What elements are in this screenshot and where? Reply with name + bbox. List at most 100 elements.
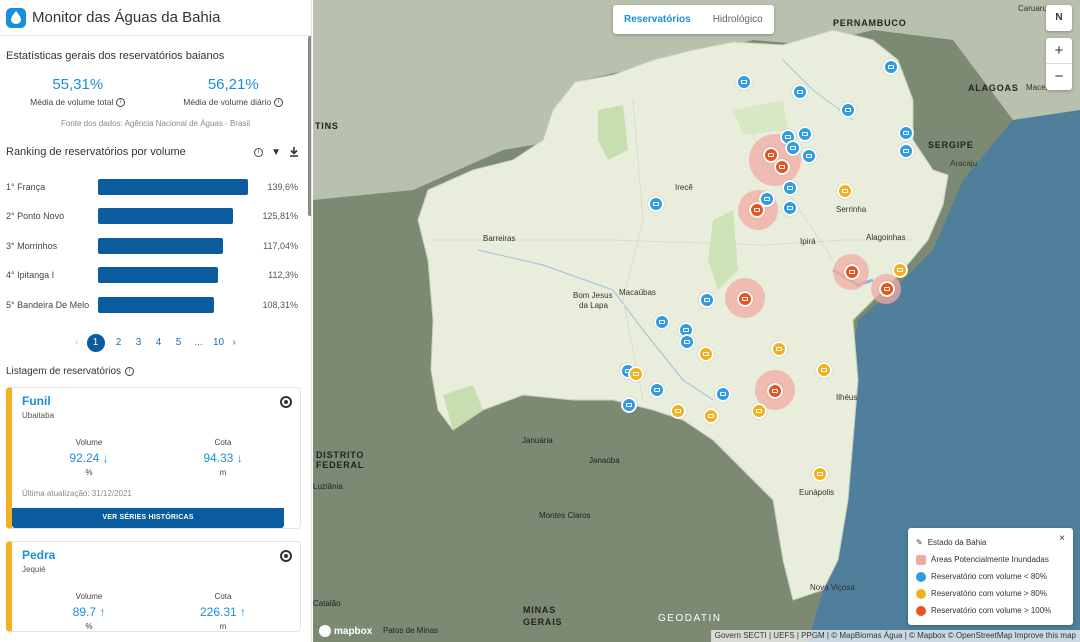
label-aracaju: Aracaju	[950, 159, 978, 168]
prev-page-icon[interactable]: ‹	[75, 337, 78, 348]
reservoir-marker-gt80[interactable]	[771, 341, 787, 357]
reservoir-marker-lt80[interactable]	[699, 292, 715, 308]
ranking-row: 4° Ipitanga I 112,3%	[0, 261, 311, 291]
dam-icon	[741, 80, 747, 84]
label-bom-jesus: Bom Jesus	[573, 291, 613, 300]
page-2[interactable]: 2	[113, 337, 125, 348]
reservoir-marker-lt80[interactable]	[898, 143, 914, 159]
page-5[interactable]: 5	[173, 337, 185, 348]
page-4[interactable]: 4	[153, 337, 165, 348]
reservoir-marker-lt80[interactable]	[797, 126, 813, 142]
info-icon[interactable]: i	[274, 97, 284, 107]
label-patos-de-minas: Patos de Minas	[383, 626, 439, 635]
reservoir-card[interactable]: Funil Ubaitaba Volume 92.24 ↓ % Cota 94.…	[6, 386, 301, 529]
reservoir-marker-lt80[interactable]	[654, 314, 670, 330]
reservoir-marker-lt80[interactable]	[648, 196, 664, 212]
reservoir-marker-gt100[interactable]	[774, 159, 790, 175]
close-icon[interactable]: ×	[1059, 533, 1065, 544]
reservoir-marker-lt80[interactable]	[621, 397, 637, 413]
dam-icon	[756, 409, 762, 413]
reservoir-marker-gt80[interactable]	[703, 408, 719, 424]
filter-icon[interactable]: ▼	[271, 147, 281, 158]
reservoir-marker-gt100[interactable]	[879, 281, 895, 297]
reservoir-marker-lt80[interactable]	[883, 59, 899, 75]
reservoir-marker-lt80[interactable]	[782, 200, 798, 216]
ranking-pagination: ‹ 1 2 3 4 5 ... 10 ›	[0, 333, 311, 352]
info-icon[interactable]: i	[254, 147, 264, 157]
dam-icon	[845, 108, 851, 112]
reservoir-marker-lt80[interactable]	[736, 74, 752, 90]
reservoir-marker-lt80[interactable]	[782, 180, 798, 196]
locate-icon[interactable]	[280, 549, 292, 562]
reservoir-marker-gt80[interactable]	[816, 362, 832, 378]
reservoir-marker-gt100[interactable]	[737, 291, 753, 307]
label-montes-claros: Montes Claros	[539, 511, 591, 520]
reservoir-marker-lt80[interactable]	[801, 148, 817, 164]
stat-total-value: 55,31%	[52, 76, 104, 93]
mapbox-logo[interactable]: mapbox	[319, 625, 372, 637]
reservoir-marker-lt80[interactable]	[649, 382, 665, 398]
tab-hidrologico[interactable]: Hidrológico	[702, 14, 774, 25]
ranking-label: 3° Morrinhos	[6, 240, 58, 251]
page-3[interactable]: 3	[133, 337, 145, 348]
label-irece: Irecê	[675, 183, 693, 192]
reservoir-marker-lt80[interactable]	[785, 140, 801, 156]
download-icon[interactable]	[289, 147, 299, 157]
volume-unit: %	[85, 621, 93, 631]
mapbox-icon	[319, 625, 331, 637]
zoom-in-button[interactable]: +	[1046, 38, 1072, 64]
ranking-row: 5° Bandeira De Melo 108,31%	[0, 290, 311, 320]
stats-row: 55,31% Média de volume total i 56,21% Méd…	[0, 76, 311, 107]
reservoir-marker-gt100[interactable]	[749, 202, 765, 218]
dam-icon	[884, 287, 890, 291]
next-page-icon[interactable]: ›	[233, 337, 236, 348]
sidebar-scrollbar[interactable]	[308, 36, 311, 216]
ranking-bar[interactable]	[98, 178, 248, 195]
ranking-bar[interactable]	[98, 296, 215, 313]
app-header: Monitor das Águas da Bahia	[0, 0, 311, 36]
reservoir-marker-gt80[interactable]	[628, 366, 644, 382]
reservoir-marker-lt80[interactable]	[792, 84, 808, 100]
label-ipira: Ipirá	[800, 237, 816, 246]
reservoir-marker-gt100[interactable]	[844, 264, 860, 280]
label-barreiras: Barreiras	[483, 234, 516, 243]
label-luziania: Luziânia	[313, 482, 343, 491]
compass-icon[interactable]: N	[1046, 5, 1072, 31]
map-legend: × ✎ Estado da Bahia Áreas Potencialmente …	[908, 528, 1073, 625]
reservoir-marker-gt80[interactable]	[751, 403, 767, 419]
reservoir-marker-gt80[interactable]	[837, 183, 853, 199]
map-view[interactable]: PERNAMBUCO ALAGOAS SERGIPE TINS DISTRITO…	[313, 0, 1080, 642]
locate-icon[interactable]	[280, 395, 292, 408]
dam-icon	[653, 202, 659, 206]
dam-icon	[785, 135, 791, 139]
ranking-bar[interactable]	[98, 208, 233, 225]
reservoir-marker-lt80[interactable]	[715, 386, 731, 402]
zoom-out-button[interactable]: −	[1046, 64, 1072, 90]
dam-icon	[703, 352, 709, 356]
tab-reservatorios[interactable]: Reservatórios	[613, 14, 702, 25]
ranking-value: 125,81%	[262, 211, 298, 222]
reservoir-marker-lt80[interactable]	[898, 125, 914, 141]
stat-total-label: Média de volume total	[30, 97, 114, 107]
view-history-button[interactable]: VER SÉRIES HISTÓRICAS	[12, 507, 284, 528]
page-10[interactable]: 10	[213, 337, 225, 348]
reservoir-card[interactable]: Pedra Jequié Volume 89.7 ↑ % Cota 226.31…	[6, 540, 301, 632]
reservoir-marker-gt80[interactable]	[812, 466, 828, 482]
label-alagoinhas: Alagoinhas	[866, 233, 906, 242]
reservoir-marker-gt80[interactable]	[698, 346, 714, 362]
page-1[interactable]: 1	[86, 333, 105, 352]
dam-icon	[772, 389, 778, 393]
dam-icon	[776, 347, 782, 351]
data-source: Fonte dos dados: Agência Nacional de Águ…	[60, 119, 250, 128]
reservoir-marker-lt80[interactable]	[679, 334, 695, 350]
map-mode-toggle: Reservatórios Hidrológico	[613, 5, 774, 34]
reservoir-marker-gt80[interactable]	[892, 262, 908, 278]
info-icon[interactable]: i	[116, 97, 126, 107]
ranking-bar[interactable]	[98, 267, 219, 284]
map-attribution[interactable]: Govern SECTI | UEFS | PPGM | © MapBiomas…	[710, 630, 1080, 642]
reservoir-marker-gt80[interactable]	[670, 403, 686, 419]
reservoir-marker-gt100[interactable]	[767, 383, 783, 399]
info-icon[interactable]: i	[125, 366, 135, 376]
ranking-bar[interactable]	[98, 237, 224, 254]
reservoir-marker-lt80[interactable]	[840, 102, 856, 118]
